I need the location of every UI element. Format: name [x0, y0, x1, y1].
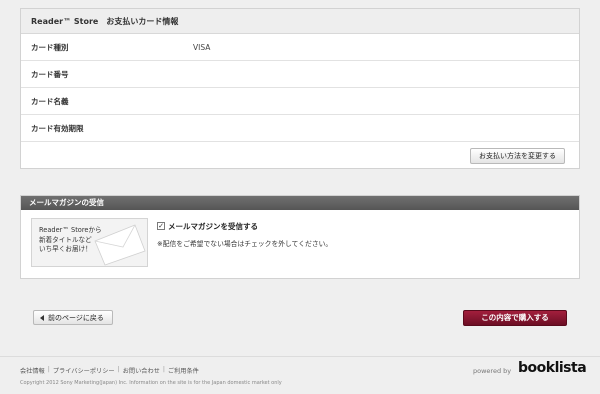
card-type-row: カード種別 VISA — [21, 34, 579, 61]
footer-separator: | — [117, 366, 120, 373]
footer-link-contact[interactable]: お問い合わせ — [123, 366, 160, 375]
card-number-row: カード番号 — [21, 61, 579, 88]
footer-link-privacy[interactable]: プライバシーポリシー — [53, 366, 115, 375]
triangle-left-icon — [40, 314, 44, 321]
back-button[interactable]: 前のページに戻る — [33, 310, 113, 325]
footer-separator: | — [162, 366, 165, 373]
payment-card-panel: Reader™ Store お支払いカード情報 カード種別 VISA カード番号… — [20, 8, 580, 169]
copyright-text: Copyright 2012 Sony Marketing(Japan) Inc… — [20, 380, 282, 386]
payment-card-title: Reader™ Store お支払いカード情報 — [21, 9, 579, 34]
newsletter-checkbox-label[interactable]: メールマガジンを受信する — [168, 221, 258, 232]
newsletter-promo-banner: Reader™ Storeから 新着タイトルなど いち早くお届け！ — [31, 218, 148, 267]
powered-by-text: powered by — [473, 367, 512, 375]
newsletter-checkbox[interactable]: ✓ — [157, 222, 165, 230]
booklista-logo: booklista — [518, 360, 587, 376]
change-payment-button[interactable]: お支払い方法を変更する — [470, 147, 565, 164]
card-holder-row: カード名義 — [21, 88, 579, 115]
promo-text: Reader™ Storeから 新着タイトルなど いち早くお届け！ — [39, 226, 102, 253]
footer-divider — [0, 356, 600, 357]
newsletter-note: ※配信をご希望でない場合はチェックを外してください。 — [157, 240, 333, 248]
newsletter-panel: メールマガジンの受信 Reader™ Storeから 新着タイトルなど いち早く… — [20, 195, 580, 279]
footer-link-company[interactable]: 会社情報 — [20, 366, 45, 375]
newsletter-body: Reader™ Storeから 新着タイトルなど いち早くお届け！ ✓ メールマ… — [21, 210, 579, 278]
change-payment-area: お支払い方法を変更する — [21, 142, 579, 169]
newsletter-title: メールマガジンの受信 — [21, 196, 579, 210]
footer-separator: | — [47, 366, 50, 373]
card-type-value: VISA — [193, 42, 211, 52]
card-number-label: カード番号 — [31, 69, 69, 79]
back-button-label: 前のページに戻る — [48, 314, 104, 322]
footer-link-terms[interactable]: ご利用条件 — [168, 366, 199, 375]
card-holder-label: カード名義 — [31, 96, 69, 106]
card-type-label: カード種別 — [31, 42, 69, 52]
footer-links: 会社情報 | プライバシーポリシー | お問い合わせ | ご利用条件 — [20, 366, 199, 375]
card-expiry-row: カード有効期限 — [21, 115, 579, 142]
card-expiry-label: カード有効期限 — [31, 123, 84, 133]
purchase-button[interactable]: この内容で購入する — [463, 310, 567, 326]
